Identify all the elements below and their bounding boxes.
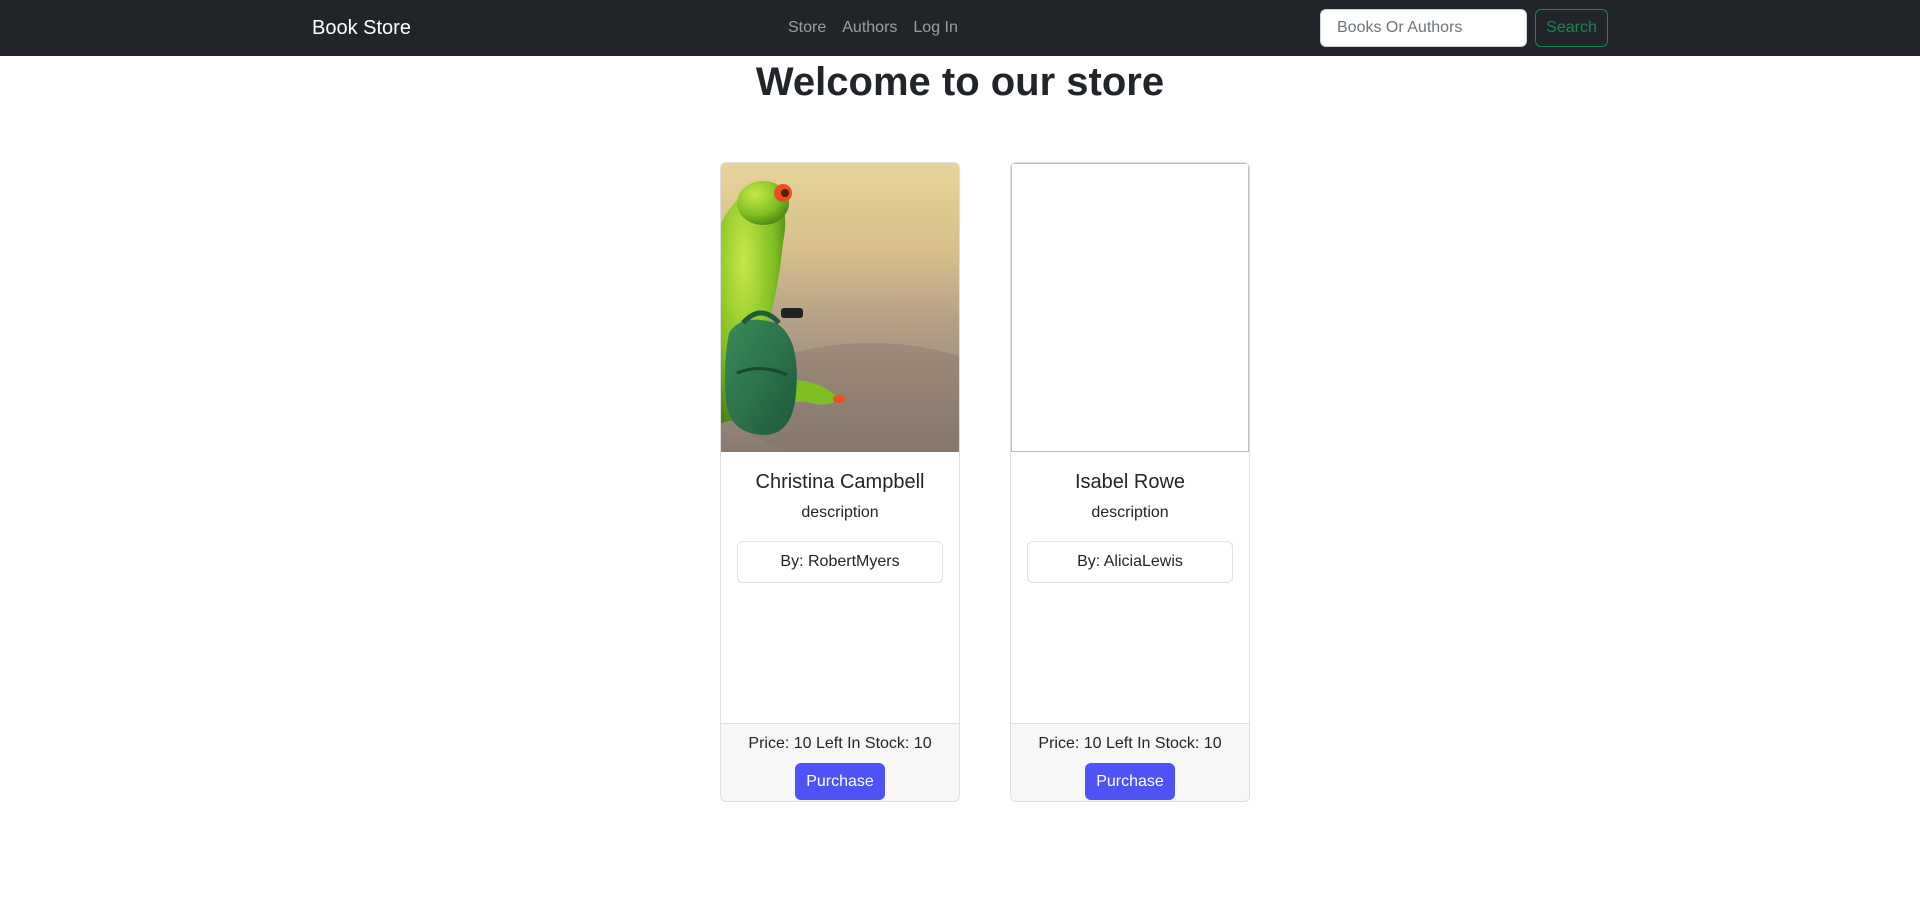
book-cover-image	[1011, 163, 1249, 452]
book-title: Christina Campbell	[755, 471, 925, 493]
nav-link-store[interactable]: Store	[788, 18, 826, 38]
nav-link-login[interactable]: Log In	[913, 18, 957, 38]
page-title: Welcome to our store	[755, 60, 1165, 104]
book-description: description	[801, 504, 879, 521]
book-title: Isabel Rowe	[1074, 471, 1186, 493]
brand-link[interactable]: Book Store	[312, 16, 411, 40]
search-input[interactable]	[1320, 9, 1527, 47]
book-author[interactable]: By: RobertMyers	[737, 541, 943, 583]
card-body: Christina Campbell description By: Rober…	[721, 452, 959, 583]
card-footer: Price: 10 Left In Stock: 10 Purchase	[1011, 723, 1249, 801]
navbar: Book Store Store Authors Log In Search	[0, 0, 1920, 56]
nav-links: Store Authors Log In	[788, 18, 958, 38]
nav-link-authors[interactable]: Authors	[842, 18, 897, 38]
book-card: Isabel Rowe description By: AliciaLewis …	[1010, 162, 1250, 802]
search-button[interactable]: Search	[1535, 9, 1608, 47]
book-author[interactable]: By: AliciaLewis	[1027, 541, 1233, 583]
card-body: Isabel Rowe description By: AliciaLewis	[1011, 452, 1249, 583]
card-footer: Price: 10 Left In Stock: 10 Purchase	[721, 723, 959, 801]
price-stock: Price: 10 Left In Stock: 10	[1038, 735, 1222, 752]
book-description: description	[1091, 504, 1169, 521]
purchase-button[interactable]: Purchase	[1085, 763, 1175, 800]
price-stock: Price: 10 Left In Stock: 10	[748, 735, 932, 752]
book-cover-image	[721, 163, 959, 452]
book-card: Christina Campbell description By: Rober…	[720, 162, 960, 802]
purchase-button[interactable]: Purchase	[795, 763, 885, 800]
